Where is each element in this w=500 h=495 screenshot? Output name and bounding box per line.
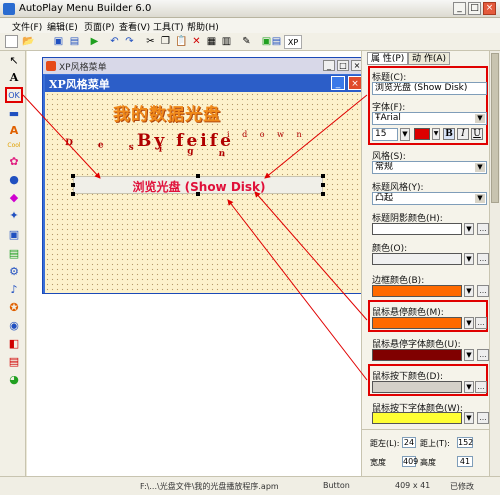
arrow-press (227, 199, 368, 381)
arrow-button-tool (22, 94, 101, 179)
arrow-caption (264, 94, 368, 179)
annotation-arrows (22, 94, 368, 381)
